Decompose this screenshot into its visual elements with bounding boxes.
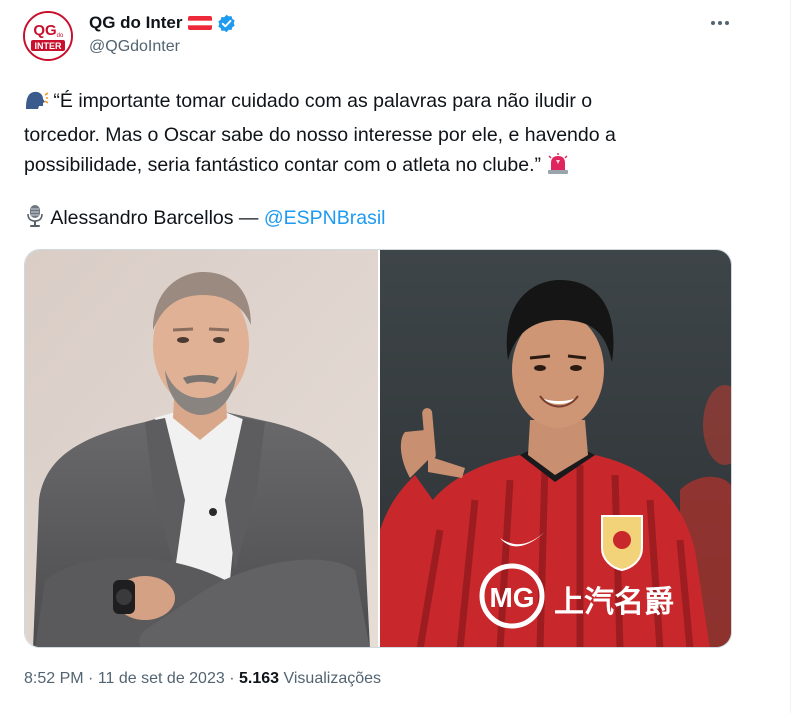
logo-text-qg: QG bbox=[33, 22, 56, 39]
more-options-button[interactable] bbox=[704, 11, 736, 35]
verified-badge-icon[interactable] bbox=[217, 14, 236, 33]
qg-inter-logo: QG do INTER bbox=[25, 13, 71, 59]
author-name-row: QG do Inter bbox=[89, 12, 236, 34]
tweet-media[interactable]: MG 上汽名爵 bbox=[24, 249, 732, 648]
author-handle[interactable]: @QGdoInter bbox=[89, 38, 180, 56]
alessandro-barcellos-photo[interactable] bbox=[25, 250, 378, 647]
credit-name: Alessandro Barcellos — bbox=[50, 207, 259, 229]
tweet-timestamp-link[interactable]: 8:52 PM · 11 de set de 2023 bbox=[24, 670, 225, 687]
author-name[interactable]: QG do Inter bbox=[89, 13, 183, 33]
credit-line: Alessandro Barcellos — @ESPNBrasil bbox=[24, 203, 386, 237]
tweet-text-line-2: torcedor. Mas o Oscar sabe do nosso inte… bbox=[24, 124, 616, 146]
meta-separator-1: · bbox=[88, 670, 94, 687]
speaking-head-icon bbox=[24, 89, 49, 120]
tweet-date: 11 de set de 2023 bbox=[97, 670, 225, 687]
tweet-time: 8:52 PM bbox=[24, 670, 84, 687]
mention-link-espnbrasil[interactable]: @ESPNBrasil bbox=[264, 207, 386, 229]
tweet-text-line-1: “É importante tomar cuidado com as palav… bbox=[24, 86, 724, 120]
jersey-sponsor-text: 上汽名爵 bbox=[554, 585, 674, 620]
studio-microphone-icon bbox=[24, 204, 46, 237]
tweet-text-line-1-content: “É importante tomar cuidado com as palav… bbox=[53, 90, 593, 112]
tweet-text: “É importante tomar cuidado com as palav… bbox=[24, 86, 724, 184]
author-avatar[interactable]: QG do INTER bbox=[23, 11, 73, 61]
jersey-logo-text: MG bbox=[489, 582, 534, 613]
views-label: Visualizações bbox=[283, 670, 382, 687]
police-light-icon bbox=[546, 153, 570, 184]
views-count: 5.163 bbox=[238, 670, 280, 687]
austria-flag-icon bbox=[187, 16, 212, 30]
tweet[interactable]: QG do INTER QG do Inter @QGdoInter “É im… bbox=[0, 0, 790, 713]
meta-separator-2: · bbox=[229, 670, 235, 687]
oscar-player-photo[interactable]: MG 上汽名爵 bbox=[380, 250, 731, 647]
tweet-meta: 8:52 PM · 11 de set de 2023 · 5.163 Visu… bbox=[24, 670, 381, 688]
tweet-text-line-3-content: possibilidade, seria fantástico contar c… bbox=[24, 154, 542, 176]
logo-text-inter: INTER bbox=[35, 41, 63, 51]
more-horizontal-icon bbox=[711, 21, 729, 25]
tweet-text-line-3: possibilidade, seria fantástico contar c… bbox=[24, 150, 724, 184]
logo-text-do: do bbox=[57, 33, 64, 39]
